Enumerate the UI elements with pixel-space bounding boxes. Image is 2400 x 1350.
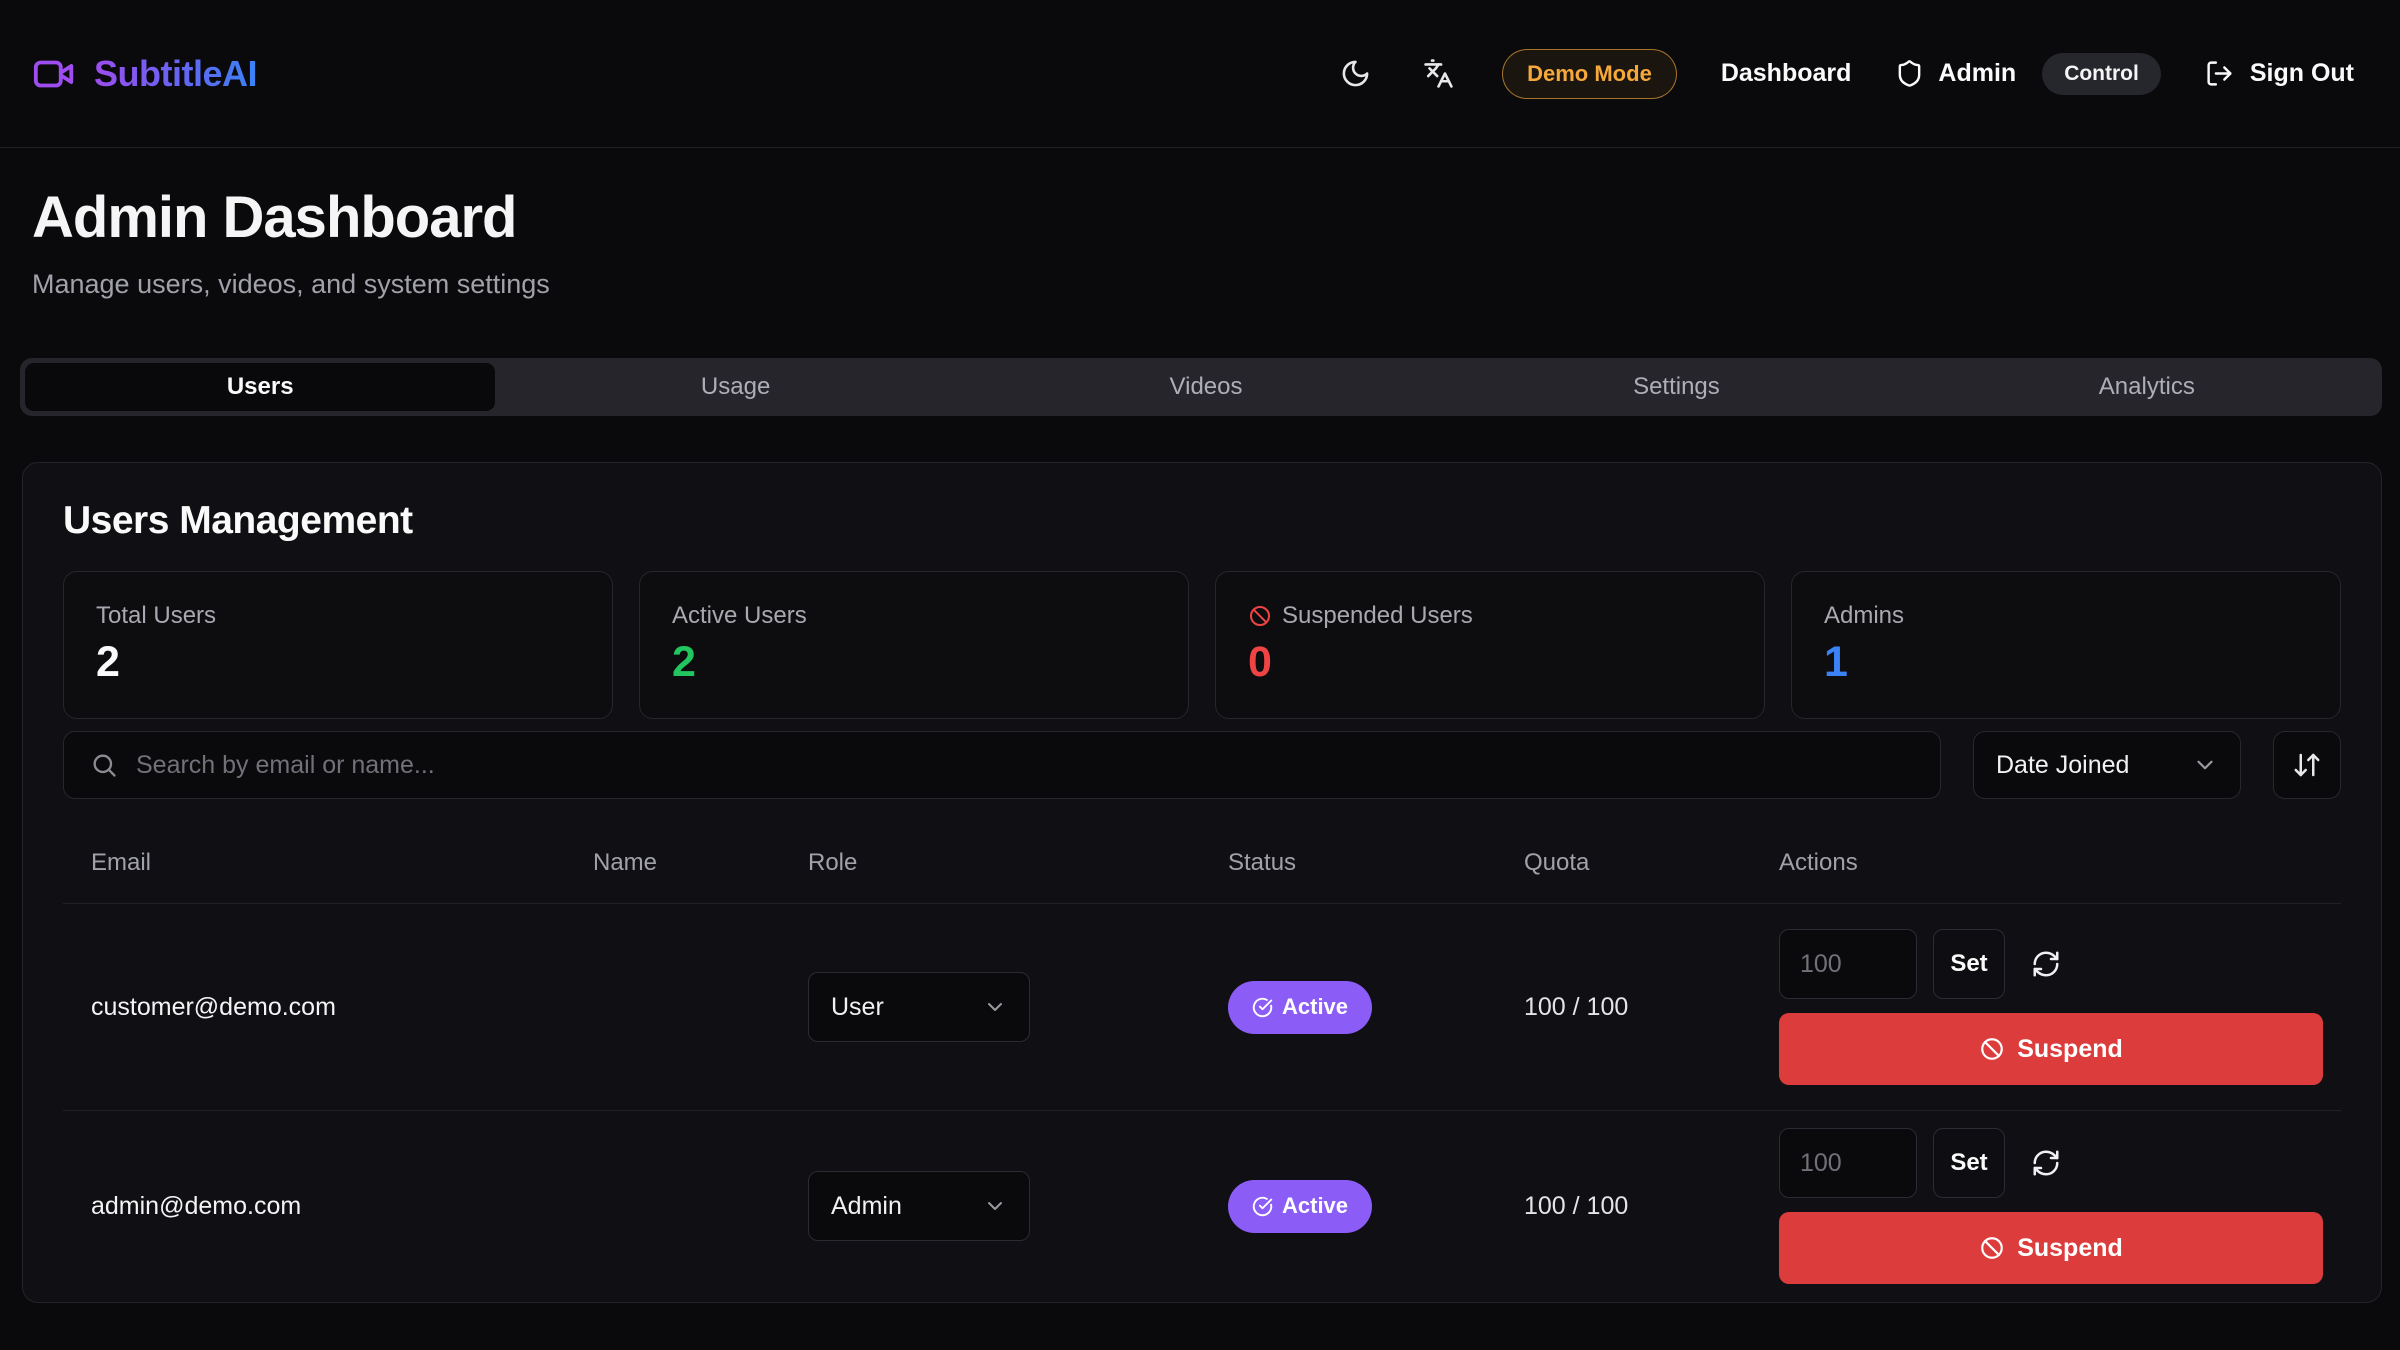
col-actions: Actions	[1779, 849, 2341, 877]
stat-admins: Admins 1	[1791, 571, 2341, 719]
tab-videos[interactable]: Videos	[971, 358, 1441, 416]
tab-settings[interactable]: Settings	[1441, 358, 1911, 416]
user-email: admin@demo.com	[63, 1192, 593, 1221]
page-header: Admin Dashboard Manage users, videos, an…	[0, 148, 2400, 300]
ban-icon	[1979, 1235, 2005, 1261]
theme-toggle-button[interactable]	[1336, 54, 1375, 93]
users-table: Email Name Role Status Quota Actions cus…	[63, 829, 2341, 1301]
brand-logo[interactable]: SubtitleAI	[32, 51, 257, 97]
arrow-up-down-icon	[2292, 750, 2322, 780]
refresh-icon	[2031, 949, 2061, 979]
search-input[interactable]	[136, 751, 1914, 780]
stat-label: Total Users	[96, 602, 216, 630]
table-controls: Date Joined	[63, 731, 2341, 799]
language-toggle-button[interactable]	[1419, 54, 1458, 93]
stat-suspended-users: Suspended Users 0	[1215, 571, 1765, 719]
col-status: Status	[1228, 849, 1524, 877]
control-badge: Control	[2042, 53, 2161, 95]
quota-input[interactable]	[1779, 1128, 1917, 1198]
search-icon	[90, 751, 118, 779]
refresh-icon	[2031, 1148, 2061, 1178]
tab-analytics[interactable]: Analytics	[1912, 358, 2382, 416]
stat-value: 2	[96, 638, 580, 687]
ban-icon	[1248, 604, 1272, 628]
quota-value: 100 / 100	[1524, 993, 1779, 1022]
col-role: Role	[808, 849, 1228, 877]
status-label: Active	[1282, 994, 1348, 1020]
suspend-label: Suspend	[2017, 1234, 2123, 1263]
row-actions: Set	[1779, 929, 2341, 1085]
sign-out-button[interactable]: Sign Out	[2205, 59, 2354, 88]
col-quota: Quota	[1524, 849, 1779, 877]
role-select-value: Admin	[831, 1192, 902, 1221]
nav-actions: Demo Mode Dashboard Admin Control Sign O	[1336, 49, 2354, 99]
video-camera-icon	[32, 51, 78, 97]
brand-name: SubtitleAI	[94, 53, 257, 95]
stat-value: 1	[1824, 638, 2308, 687]
search-box	[63, 731, 1941, 799]
table-row: customer@demo.com User Acti	[63, 904, 2341, 1110]
dashboard-link[interactable]: Dashboard	[1721, 59, 1852, 88]
suspend-button[interactable]: Suspend	[1779, 1013, 2323, 1085]
sort-direction-button[interactable]	[2273, 731, 2341, 799]
chevron-down-icon	[983, 1194, 1007, 1218]
top-nav: SubtitleAI Demo Mode Dashboard	[0, 0, 2400, 148]
user-email: customer@demo.com	[63, 993, 593, 1022]
tab-users[interactable]: Users	[25, 363, 495, 411]
page-subtitle: Manage users, videos, and system setting…	[32, 269, 2368, 300]
sort-field-value: Date Joined	[1996, 751, 2129, 780]
stat-total-users: Total Users 2	[63, 571, 613, 719]
sort-field-select[interactable]: Date Joined	[1973, 731, 2241, 799]
moon-icon	[1340, 58, 1371, 89]
log-out-icon	[2205, 59, 2234, 88]
set-quota-button[interactable]: Set	[1933, 1128, 2005, 1198]
stats-row: Total Users 2 Active Users 2 Suspended U…	[63, 571, 2341, 719]
stat-label: Admins	[1824, 602, 1904, 630]
stat-value: 2	[672, 638, 1156, 687]
status-badge: Active	[1228, 981, 1372, 1034]
users-management-card: Users Management Total Users 2 Active Us…	[22, 462, 2382, 1303]
table-row: admin@demo.com Admin Active	[63, 1110, 2341, 1301]
chevron-down-icon	[983, 995, 1007, 1019]
ban-icon	[1979, 1036, 2005, 1062]
reset-quota-button[interactable]	[2031, 949, 2061, 979]
stat-label: Active Users	[672, 602, 807, 630]
check-circle-icon	[1252, 1196, 1273, 1217]
quota-value: 100 / 100	[1524, 1192, 1779, 1221]
suspend-button[interactable]: Suspend	[1779, 1212, 2323, 1284]
stat-label: Suspended Users	[1282, 602, 1473, 630]
col-name: Name	[593, 849, 808, 877]
status-label: Active	[1282, 1193, 1348, 1219]
suspend-label: Suspend	[2017, 1035, 2123, 1064]
page-title: Admin Dashboard	[32, 184, 2368, 251]
quota-input[interactable]	[1779, 929, 1917, 999]
col-email: Email	[63, 849, 593, 877]
stat-value: 0	[1248, 638, 1732, 687]
role-select[interactable]: Admin	[808, 1171, 1030, 1241]
status-badge: Active	[1228, 1180, 1372, 1233]
sign-out-label: Sign Out	[2250, 59, 2354, 88]
role-select-value: User	[831, 993, 884, 1022]
admin-role-label: Admin	[1938, 59, 2016, 88]
admin-identity: Admin Control	[1895, 53, 2160, 95]
check-circle-icon	[1252, 997, 1273, 1018]
languages-icon	[1423, 58, 1454, 89]
role-select[interactable]: User	[808, 972, 1030, 1042]
stat-active-users: Active Users 2	[639, 571, 1189, 719]
set-quota-button[interactable]: Set	[1933, 929, 2005, 999]
tab-bar: Users Usage Videos Settings Analytics	[20, 358, 2382, 416]
demo-mode-badge: Demo Mode	[1502, 49, 1677, 99]
row-actions: Set	[1779, 1128, 2341, 1284]
table-header: Email Name Role Status Quota Actions	[63, 829, 2341, 904]
tab-usage[interactable]: Usage	[500, 358, 970, 416]
shield-icon	[1895, 59, 1924, 88]
section-title: Users Management	[63, 499, 2341, 543]
reset-quota-button[interactable]	[2031, 1148, 2061, 1178]
chevron-down-icon	[2192, 752, 2218, 778]
